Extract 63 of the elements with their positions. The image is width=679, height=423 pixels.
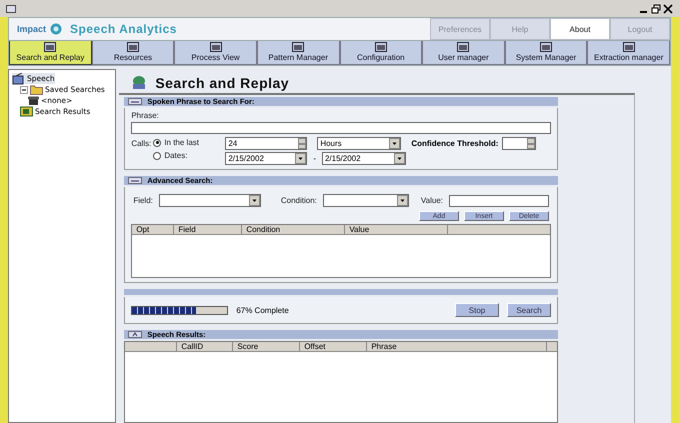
radio-label[interactable]: In the last (164, 138, 199, 147)
threshold-spinner[interactable] (502, 137, 536, 150)
window-icon (210, 42, 222, 52)
toolbar-tab[interactable]: User manager (422, 41, 505, 65)
value-field[interactable] (449, 194, 549, 206)
action-button[interactable]: Stop (455, 303, 499, 317)
field-label: Calls: (131, 138, 152, 148)
product-name: Speech Analytics (70, 22, 177, 36)
radio-button[interactable] (153, 138, 162, 146)
window-icon (540, 42, 552, 52)
phrase-field[interactable] (131, 122, 551, 134)
window-icon (622, 42, 635, 52)
collapse-icon[interactable] (20, 86, 28, 94)
collapse-icon[interactable] (128, 98, 142, 105)
field-label: Confidence Threshold: (411, 139, 498, 148)
toolbar-tab[interactable]: Search and Replay (9, 41, 92, 65)
field-label: Field: (133, 196, 153, 205)
results-icon (20, 106, 33, 117)
window-icon (292, 42, 304, 52)
field-label: Phrase: (131, 111, 160, 120)
action-button[interactable]: Search (507, 303, 551, 317)
phone-icon (28, 96, 39, 106)
window-icon (457, 42, 470, 52)
radio-label[interactable]: Dates: (164, 151, 188, 160)
brand-name: Impact (17, 24, 46, 34)
field-dropdown[interactable] (158, 194, 261, 207)
toolbar-tab[interactable]: Pattern Manager (256, 41, 340, 65)
window-icon (374, 42, 387, 52)
restore-icon[interactable] (651, 4, 661, 14)
column-header[interactable]: Value (345, 225, 448, 235)
toolbar-tab[interactable]: Extraction manager (587, 41, 670, 65)
column-header[interactable]: CallID (177, 342, 234, 352)
column-header[interactable]: Field (174, 225, 242, 235)
window-icon (126, 42, 139, 52)
amount-spinner[interactable]: 24 (225, 137, 308, 150)
date-separator: - (312, 154, 317, 163)
date-to-dropdown[interactable]: 2/15/2002 (322, 152, 406, 165)
column-header[interactable]: Phrase (367, 342, 548, 352)
condition-dropdown[interactable] (322, 194, 409, 207)
header-button[interactable]: About (550, 18, 610, 40)
unit-dropdown[interactable]: Hours (317, 137, 402, 150)
radio-button[interactable] (153, 152, 162, 160)
toolbar-tab[interactable]: System Manager (504, 41, 588, 65)
column-header[interactable]: Score (233, 342, 300, 352)
date-from-dropdown[interactable]: 2/15/2002 (225, 152, 308, 165)
field-label: Value: (420, 196, 443, 205)
speech-icon (12, 72, 25, 84)
page-title: Search and Replay (155, 75, 290, 91)
column-header[interactable]: Condition (242, 225, 346, 235)
app-icon (6, 4, 16, 12)
window-icon (44, 42, 56, 52)
column-header[interactable]: Offset (300, 342, 368, 352)
field-label: Condition: (280, 196, 317, 205)
close-icon[interactable] (663, 4, 673, 14)
logo-icon (50, 23, 62, 35)
toolbar-tab[interactable]: Configuration (340, 41, 422, 65)
column-header[interactable]: Opt (132, 225, 174, 235)
progress-reading: 67% Complete (236, 306, 289, 314)
expand-icon[interactable] (128, 331, 142, 338)
toolbar-tab[interactable]: Process View (174, 41, 257, 65)
collapse-icon[interactable] (128, 177, 142, 184)
search-globe-icon (131, 76, 148, 90)
toolbar-tab[interactable]: Resources (92, 41, 174, 65)
